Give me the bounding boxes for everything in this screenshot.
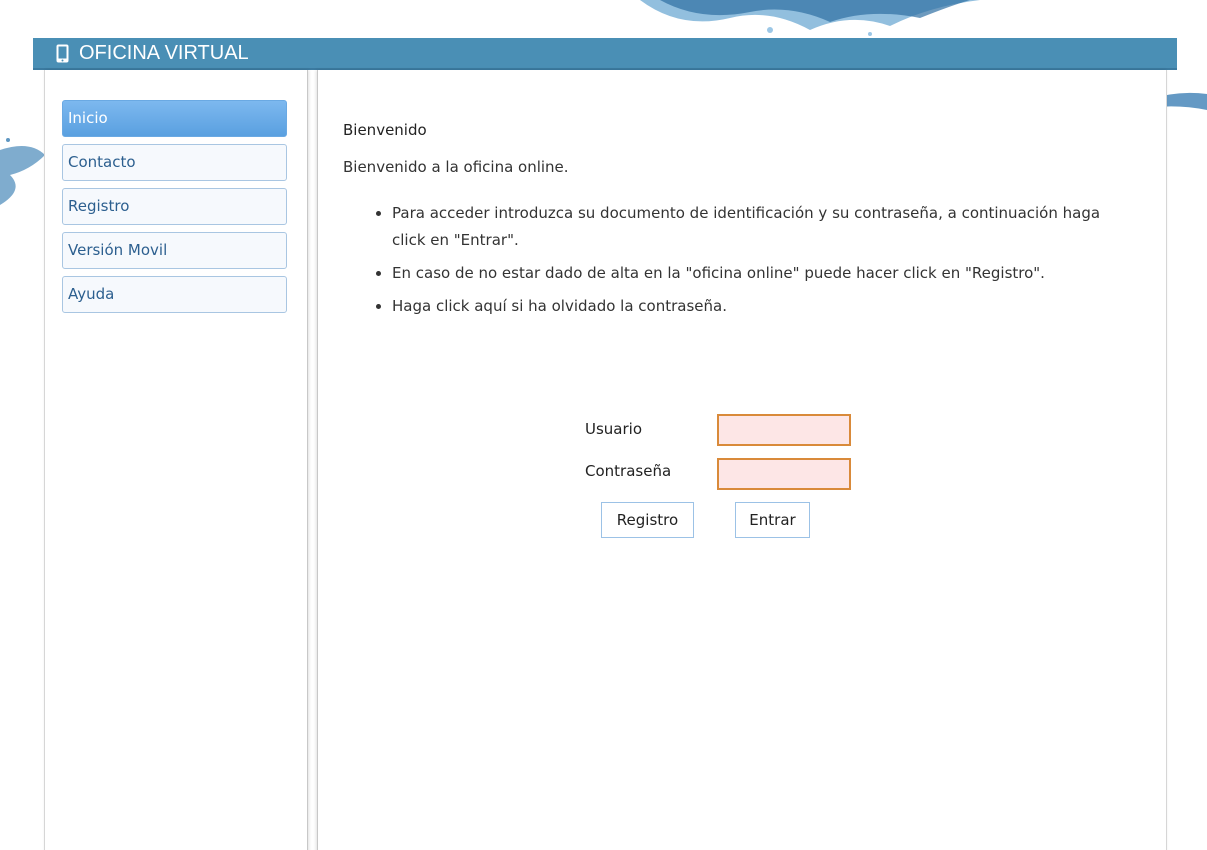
intro-text: Bienvenido a la oficina online. bbox=[343, 158, 569, 176]
app-title-text: OFICINA VIRTUAL bbox=[79, 41, 249, 64]
password-label: Contraseña bbox=[585, 462, 672, 480]
instructions-list: Para acceder introduzca su documento de … bbox=[370, 200, 1112, 326]
login-button[interactable]: Entrar bbox=[735, 502, 810, 538]
mobile-phone-icon bbox=[56, 44, 69, 63]
username-input[interactable] bbox=[717, 414, 851, 446]
water-splash-decoration bbox=[640, 0, 980, 36]
sidebar-item-registro[interactable]: Registro bbox=[62, 188, 287, 225]
page-title: Bienvenido bbox=[343, 121, 427, 139]
sidebar-item-ayuda[interactable]: Ayuda bbox=[62, 276, 287, 313]
forgot-password-link[interactable]: Haga click aquí si ha olvidado la contra… bbox=[392, 293, 1112, 320]
username-label: Usuario bbox=[585, 420, 643, 438]
sidebar-item-version-movil[interactable]: Versión Movil bbox=[62, 232, 287, 269]
water-splash-left-decoration bbox=[0, 138, 45, 205]
sidebar-item-inicio[interactable]: Inicio bbox=[62, 100, 287, 137]
sidebar-item-contacto[interactable]: Contacto bbox=[62, 144, 287, 181]
sidebar-nav: Inicio Contacto Registro Versión Movil A… bbox=[62, 100, 287, 320]
instruction-item: En caso de no estar dado de alta en la "… bbox=[392, 260, 1112, 287]
page: OFICINA VIRTUAL Inicio Contacto Registro… bbox=[0, 0, 1207, 850]
instruction-item: Para acceder introduzca su documento de … bbox=[392, 200, 1112, 254]
password-input[interactable] bbox=[717, 458, 851, 490]
app-title: OFICINA VIRTUAL bbox=[56, 36, 249, 70]
register-button[interactable]: Registro bbox=[601, 502, 694, 538]
